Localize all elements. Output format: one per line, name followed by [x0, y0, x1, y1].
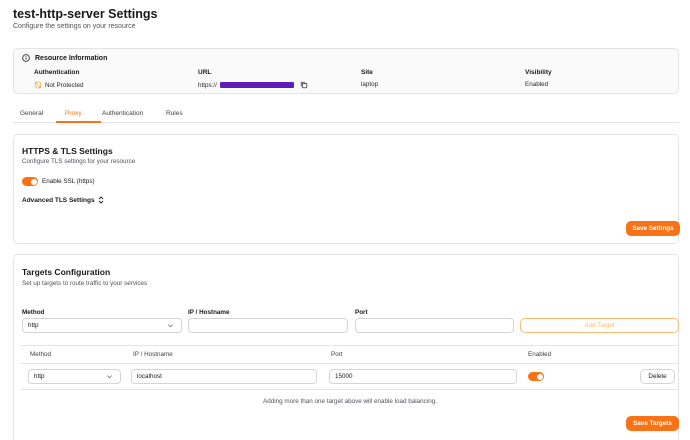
chevron-down-icon: [107, 375, 112, 379]
auth-status-text: Not Protected: [45, 81, 84, 89]
site-column: Site laptop: [361, 69, 378, 88]
page-title: test-http-server Settings: [13, 7, 158, 21]
auth-column: Authentication Not Protected: [34, 69, 84, 89]
load-balancing-hint: Adding more than one target above will e…: [263, 398, 437, 405]
column-enabled: Enabled: [528, 351, 552, 358]
active-tab-indicator: [56, 121, 101, 123]
port-label: Port: [355, 309, 368, 316]
resource-info-header: Resource Information: [22, 54, 107, 62]
column-hostname: IP / Hostname: [133, 351, 173, 358]
tab-authentication[interactable]: Authentication: [102, 110, 143, 117]
url-value: https://: [198, 81, 308, 89]
save-settings-button[interactable]: Save Settings: [626, 221, 680, 236]
shield-off-icon: [34, 81, 42, 89]
row-method-value: http: [34, 373, 45, 380]
chevron-up-down-icon: [98, 196, 103, 204]
add-target-button[interactable]: Add Target: [520, 318, 679, 333]
enable-ssl-toggle[interactable]: [22, 177, 38, 186]
site-label: Site: [361, 69, 373, 76]
advanced-tls-toggle[interactable]: Advanced TLS Settings: [22, 196, 104, 204]
enable-ssl-label: Enable SSL (https): [42, 178, 95, 185]
hostname-input[interactable]: [188, 318, 348, 333]
tab-general[interactable]: General: [20, 110, 43, 117]
advanced-tls-label: Advanced TLS Settings: [22, 196, 95, 204]
auth-value: Not Protected: [34, 81, 84, 89]
tab-proxy[interactable]: Proxy: [65, 110, 82, 117]
url-label: URL: [198, 69, 212, 76]
visibility-value: Enabled: [525, 81, 549, 88]
hostname-label: IP / Hostname: [188, 309, 230, 316]
row-port-input[interactable]: [329, 369, 517, 384]
visibility-label: Visibility: [525, 69, 552, 76]
url-column: URL https://: [198, 69, 308, 89]
table-top-border: [21, 345, 679, 346]
column-port: Port: [331, 351, 343, 358]
copy-icon[interactable]: [300, 81, 308, 89]
info-icon: [22, 54, 30, 62]
port-input[interactable]: [355, 318, 514, 333]
delete-target-button[interactable]: Delete: [640, 369, 675, 384]
tab-rules[interactable]: Rules: [166, 110, 183, 117]
auth-label: Authentication: [34, 69, 80, 76]
method-select[interactable]: http: [22, 318, 182, 333]
row-enabled-toggle[interactable]: [528, 372, 544, 381]
tls-settings-card: HTTPS & TLS Settings Configure TLS setti…: [13, 134, 680, 244]
page-subtitle: Configure the settings on your resource: [13, 23, 136, 30]
method-label: Method: [22, 309, 45, 316]
visibility-column: Visibility Enabled: [525, 69, 552, 88]
site-value: laptop: [361, 81, 379, 88]
targets-subtitle: Set up targets to route traffic to your …: [22, 280, 148, 287]
method-select-value: http: [28, 322, 39, 329]
targets-title: Targets Configuration: [22, 267, 111, 277]
resource-info-title: Resource Information: [35, 54, 108, 62]
chevron-down-icon: [168, 324, 173, 328]
row-hostname-input[interactable]: [131, 369, 317, 384]
tls-title: HTTPS & TLS Settings: [22, 146, 113, 156]
table-row-border: [21, 389, 679, 390]
tls-subtitle: Configure TLS settings for your resource: [22, 158, 136, 165]
column-method: Method: [30, 351, 52, 358]
table-header-border: [21, 363, 679, 364]
row-method-select[interactable]: http: [28, 369, 121, 384]
url-redaction: [219, 82, 294, 88]
save-targets-button[interactable]: Save Targets: [626, 416, 679, 431]
settings-tabs: General Proxy Authentication Rules: [13, 104, 679, 123]
url-text: https://: [198, 81, 217, 89]
targets-card: Targets Configuration Set up targets to …: [13, 254, 679, 440]
resource-info-card: Resource Information Authentication Not …: [13, 48, 679, 94]
